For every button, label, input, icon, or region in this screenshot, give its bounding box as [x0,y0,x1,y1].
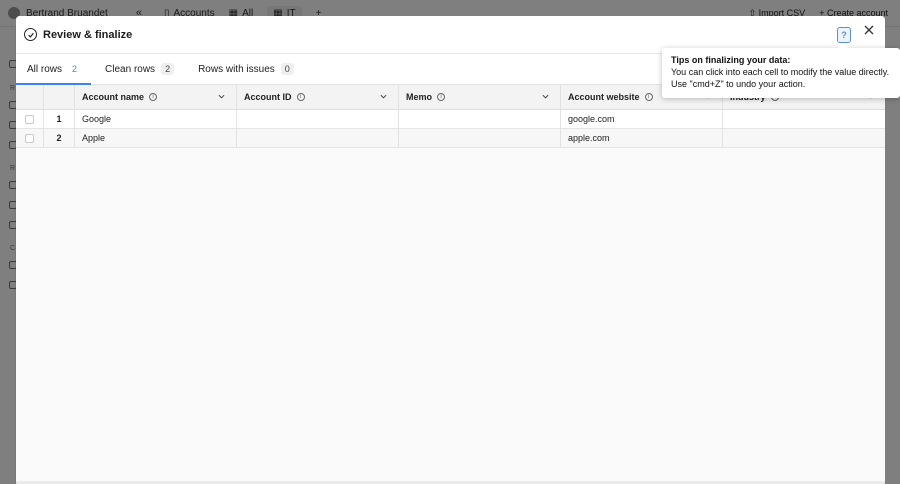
column-header-memo[interactable]: Memo i [399,85,561,109]
table-row: 1 Google google.com [16,110,885,129]
tooltip-line: You can click into each cell to modify t… [671,67,890,77]
row-number-header [44,85,75,109]
cell-industry[interactable] [723,110,885,128]
help-icon[interactable]: ? [837,27,851,43]
count-badge: 0 [280,63,294,75]
info-icon[interactable]: i [437,93,446,101]
cell-memo[interactable] [399,110,561,128]
cell-account-id[interactable] [237,129,399,147]
info-icon[interactable]: i [296,93,305,101]
table-row: 2 Apple apple.com [16,129,885,148]
count-badge: 2 [72,64,78,74]
chevron-down-icon[interactable] [380,93,387,100]
tooltip-title: Tips on finalizing your data: [671,55,791,65]
tooltip-line: Use "cmd+Z" to undo your action. [671,79,806,89]
cell-account-website[interactable]: google.com [561,110,723,128]
info-icon[interactable]: i [644,93,653,101]
cell-account-name[interactable]: Apple [75,129,237,147]
tab-clean-rows[interactable]: Clean rows 2 [105,54,175,84]
info-icon[interactable]: i [149,93,158,101]
row-checkbox[interactable] [25,133,34,143]
select-all-cell [16,85,44,109]
row-number: 2 [44,129,75,147]
close-icon[interactable] [863,24,875,36]
tab-rows-with-issues[interactable]: Rows with issues 0 [198,54,294,84]
modal-title: Review & finalize [43,28,133,41]
cell-account-id[interactable] [237,110,399,128]
column-header-account-id[interactable]: Account ID i [237,85,399,109]
row-select-cell [16,110,44,128]
cell-industry[interactable] [723,129,885,147]
column-header-account-name[interactable]: Account name i [75,85,237,109]
help-tooltip: Tips on finalizing your data: You can cl… [662,43,900,98]
tab-all-rows[interactable]: All rows 2 [16,54,92,85]
chevron-down-icon[interactable] [542,93,549,100]
cell-account-name[interactable]: Google [75,110,237,128]
cell-memo[interactable] [399,129,561,147]
cell-account-website[interactable]: apple.com [561,129,723,147]
check-circle-icon [24,28,37,41]
row-checkbox[interactable] [25,114,34,124]
count-badge: 2 [161,63,175,75]
row-number: 1 [44,110,75,128]
chevron-down-icon[interactable] [218,93,225,100]
row-select-cell [16,129,44,147]
